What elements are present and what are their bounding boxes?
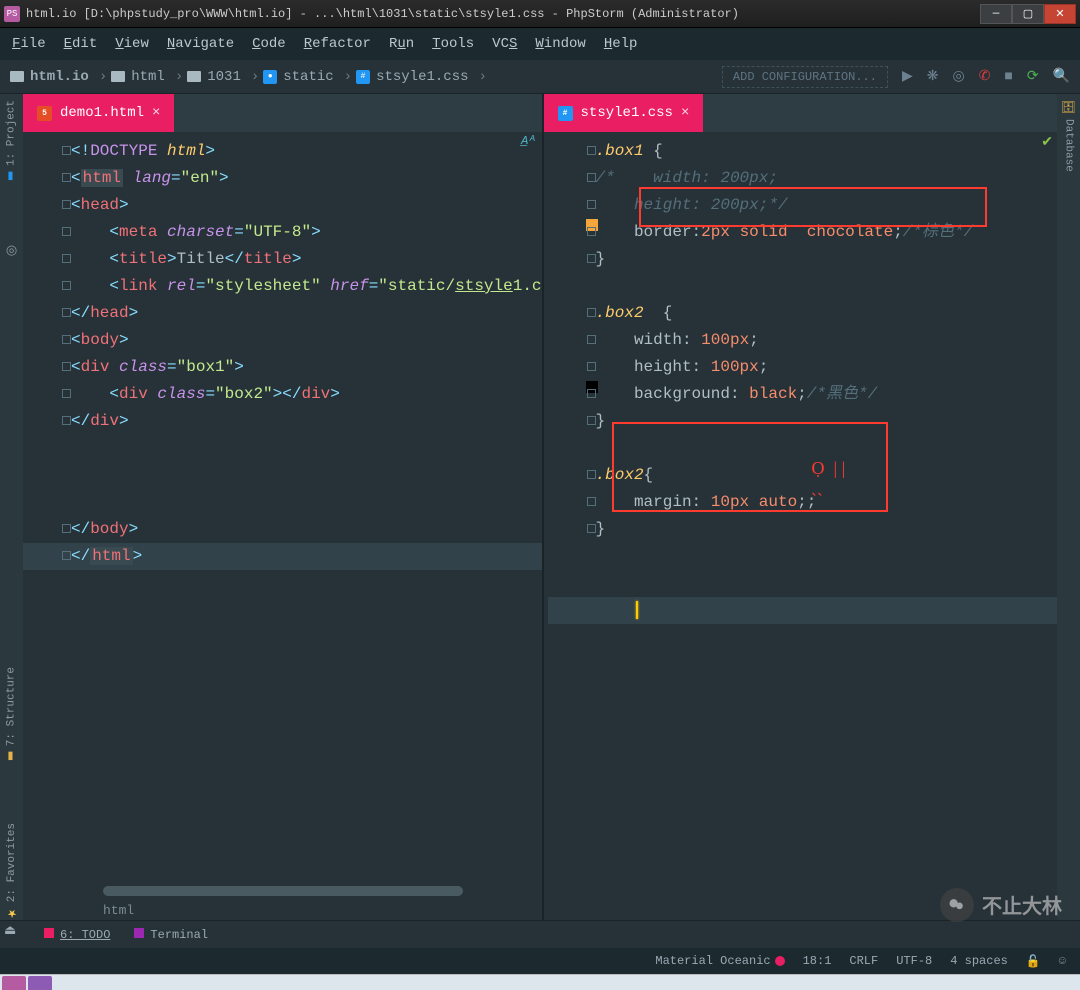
update-icon[interactable]: ⟳ — [1027, 68, 1039, 85]
todo-tool-button[interactable]: 6: TODO — [44, 928, 110, 942]
menu-view[interactable]: View — [115, 36, 149, 52]
breadcrumb-item[interactable]: ●static — [263, 69, 333, 85]
annotation-scribble: Ọ | |、、 — [812, 458, 846, 500]
close-window-button[interactable]: ✕ — [1044, 4, 1076, 24]
editor-pane-right: # stsyle1.css × .box1 {/* width: 200px; … — [544, 94, 1057, 920]
menu-run[interactable]: Run — [389, 36, 414, 52]
terminal-tool-button[interactable]: Terminal — [134, 928, 208, 942]
folder-icon: ● — [263, 70, 277, 84]
css-file-icon: # — [558, 106, 573, 121]
database-icon: 🗄 — [1061, 100, 1076, 115]
app-icon: PS — [4, 6, 20, 22]
search-icon[interactable]: 🔍 — [1053, 68, 1070, 85]
line-separator[interactable]: CRLF — [849, 954, 878, 968]
project-tool-button[interactable]: ▮1: Project — [5, 100, 18, 183]
menu-refactor[interactable]: Refactor — [304, 36, 371, 52]
editor-pane-left: 5 demo1.html × <!DOCTYPE html><html lang… — [23, 94, 544, 920]
css-file-icon: # — [356, 70, 370, 84]
font-hint-icon: A̲ᴬ — [521, 134, 535, 148]
breadcrumb-item[interactable]: html — [111, 69, 165, 85]
cursor-position[interactable]: 18:1 — [803, 954, 832, 968]
main-menu: File Edit View Navigate Code Refactor Ru… — [0, 28, 1080, 60]
close-tab-icon[interactable]: × — [152, 105, 160, 121]
tab-label: stsyle1.css — [581, 105, 673, 121]
bottom-tool-bar: 6: TODO Terminal — [0, 920, 1080, 948]
close-tab-icon[interactable]: × — [681, 105, 689, 121]
right-tool-strip: 🗄 Database — [1057, 94, 1080, 920]
html-file-icon: 5 — [37, 106, 52, 121]
menu-edit[interactable]: Edit — [64, 36, 98, 52]
editor-breadcrumb[interactable]: html — [103, 903, 134, 918]
run-icon[interactable]: ▶ — [902, 68, 913, 85]
folder-icon — [111, 71, 125, 82]
indent-setting[interactable]: 4 spaces — [950, 954, 1008, 968]
folder-icon — [10, 71, 24, 82]
status-bar: Material Oceanic 18:1 CRLF UTF-8 4 space… — [0, 948, 1080, 974]
minimize-button[interactable]: — — [980, 4, 1012, 24]
horizontal-scrollbar[interactable] — [103, 886, 463, 896]
menu-vcs[interactable]: VCS — [492, 36, 517, 52]
code-editor-left[interactable]: <!DOCTYPE html><html lang="en"><head> <m… — [23, 132, 542, 920]
breadcrumb-item[interactable]: 1031 — [187, 69, 241, 85]
watermark: 不止大林 — [940, 888, 1062, 922]
theme-indicator[interactable]: Material Oceanic — [655, 954, 784, 968]
hector-icon[interactable]: ☺ — [1059, 954, 1066, 968]
structure-tool-button[interactable]: ▮7: Structure — [5, 667, 18, 763]
wechat-icon — [940, 888, 974, 922]
os-taskbar — [0, 974, 1080, 990]
coverage-icon[interactable]: ◎ — [952, 68, 964, 85]
window-title: html.io [D:\phpstudy_pro\WWW\html.io] - … — [26, 7, 739, 21]
menu-navigate[interactable]: Navigate — [167, 36, 234, 52]
taskbar-item[interactable] — [28, 976, 52, 990]
breadcrumb-file[interactable]: #stsyle1.css — [356, 69, 468, 85]
annotation-box — [639, 187, 987, 227]
favorites-tool-button[interactable]: 2: Favorites — [6, 823, 18, 920]
database-tool-button[interactable]: Database — [1063, 119, 1075, 172]
left-tool-strip: ▮1: Project ◎ ▮7: Structure 2: Favorites — [0, 94, 23, 920]
editor-tab-demo1[interactable]: 5 demo1.html × — [23, 94, 174, 132]
tab-label: demo1.html — [60, 105, 144, 121]
window-titlebar: PS html.io [D:\phpstudy_pro\WWW\html.io]… — [0, 0, 1080, 28]
readonly-lock-icon[interactable]: 🔓 — [1026, 954, 1041, 969]
target-icon[interactable]: ◎ — [6, 243, 17, 258]
file-encoding[interactable]: UTF-8 — [896, 954, 932, 968]
menu-file[interactable]: File — [12, 36, 46, 52]
folder-icon — [187, 71, 201, 82]
navigation-bar: html.io› html› 1031› ●static› #stsyle1.c… — [0, 60, 1080, 94]
tool-window-toggle-icon[interactable]: ⏏ — [4, 923, 16, 938]
run-config-button[interactable]: ADD CONFIGURATION... — [722, 66, 888, 88]
stop-icon[interactable]: ■ — [1004, 69, 1012, 85]
annotation-box — [612, 422, 888, 512]
menu-code[interactable]: Code — [252, 36, 286, 52]
debug-icon[interactable]: ❋ — [927, 68, 939, 85]
taskbar-item[interactable] — [2, 976, 26, 990]
editor-tab-stsyle1[interactable]: # stsyle1.css × — [544, 94, 704, 132]
menu-help[interactable]: Help — [604, 36, 638, 52]
code-editor-right[interactable]: .box1 {/* width: 200px; height: 200px;*/… — [544, 132, 1057, 920]
maximize-button[interactable]: ▢ — [1012, 4, 1044, 24]
breadcrumb-root[interactable]: html.io — [10, 69, 89, 85]
inspection-ok-icon: ✔ — [1041, 134, 1053, 151]
menu-window[interactable]: Window — [535, 36, 585, 52]
menu-tools[interactable]: Tools — [432, 36, 474, 52]
phone-icon[interactable]: ✆ — [979, 68, 991, 85]
